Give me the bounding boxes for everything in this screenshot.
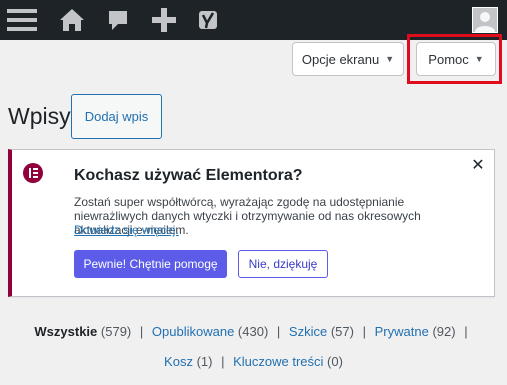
plus-icon[interactable] xyxy=(148,0,180,40)
separator: | xyxy=(276,324,281,339)
yoast-icon[interactable] xyxy=(194,0,224,40)
notice-title: Kochasz używać Elementora? xyxy=(74,167,303,184)
status-filters: Wszystkie (579) | Opublikowane (430) | S… xyxy=(0,324,507,339)
filter-count: (430) xyxy=(237,324,269,339)
accept-button[interactable]: Pewnie! Chętnie pomogę xyxy=(74,250,227,278)
add-new-post-button[interactable]: Dodaj wpis xyxy=(71,94,162,139)
avatar-image xyxy=(472,7,498,33)
home-icon[interactable] xyxy=(56,0,88,40)
status-filters-row-2: Kosz (1) | Kluczowe treści (0) xyxy=(0,354,507,369)
filter-count: (579) xyxy=(100,324,132,339)
caret-down-icon: ▼ xyxy=(385,54,395,64)
separator: | xyxy=(362,324,366,339)
filter-published[interactable]: Opublikowane xyxy=(152,324,234,339)
page-title: Wpisy xyxy=(8,103,71,129)
filter-cornerstone[interactable]: Kluczowe treści xyxy=(233,354,323,369)
separator: | xyxy=(221,354,225,369)
filter-drafts[interactable]: Szkice xyxy=(289,324,327,339)
highlight-box xyxy=(407,34,502,84)
elementor-logo-icon xyxy=(23,163,43,183)
filter-count: (92) xyxy=(432,324,456,339)
filter-count: (0) xyxy=(327,354,343,369)
decline-button[interactable]: Nie, dziękuję xyxy=(238,250,328,278)
filter-private[interactable]: Prywatne xyxy=(375,324,429,339)
learn-more-link[interactable]: Dowiedz się więcej. xyxy=(74,223,179,237)
filter-count: (57) xyxy=(330,324,354,339)
filter-all[interactable]: Wszystkie xyxy=(34,324,97,339)
comments-icon[interactable] xyxy=(103,0,133,40)
filter-trash[interactable]: Kosz xyxy=(164,354,193,369)
screen-options-button[interactable]: Opcje ekranu ▼ xyxy=(292,42,404,76)
screen-options-label: Opcje ekranu xyxy=(301,51,380,67)
separator: | xyxy=(464,324,468,339)
close-icon[interactable]: ✕ xyxy=(471,158,485,174)
filter-count: (1) xyxy=(196,354,213,369)
menu-icon[interactable] xyxy=(6,0,38,40)
separator: | xyxy=(139,324,144,339)
elementor-notice: Kochasz używać Elementora? Zostań super … xyxy=(8,149,495,297)
